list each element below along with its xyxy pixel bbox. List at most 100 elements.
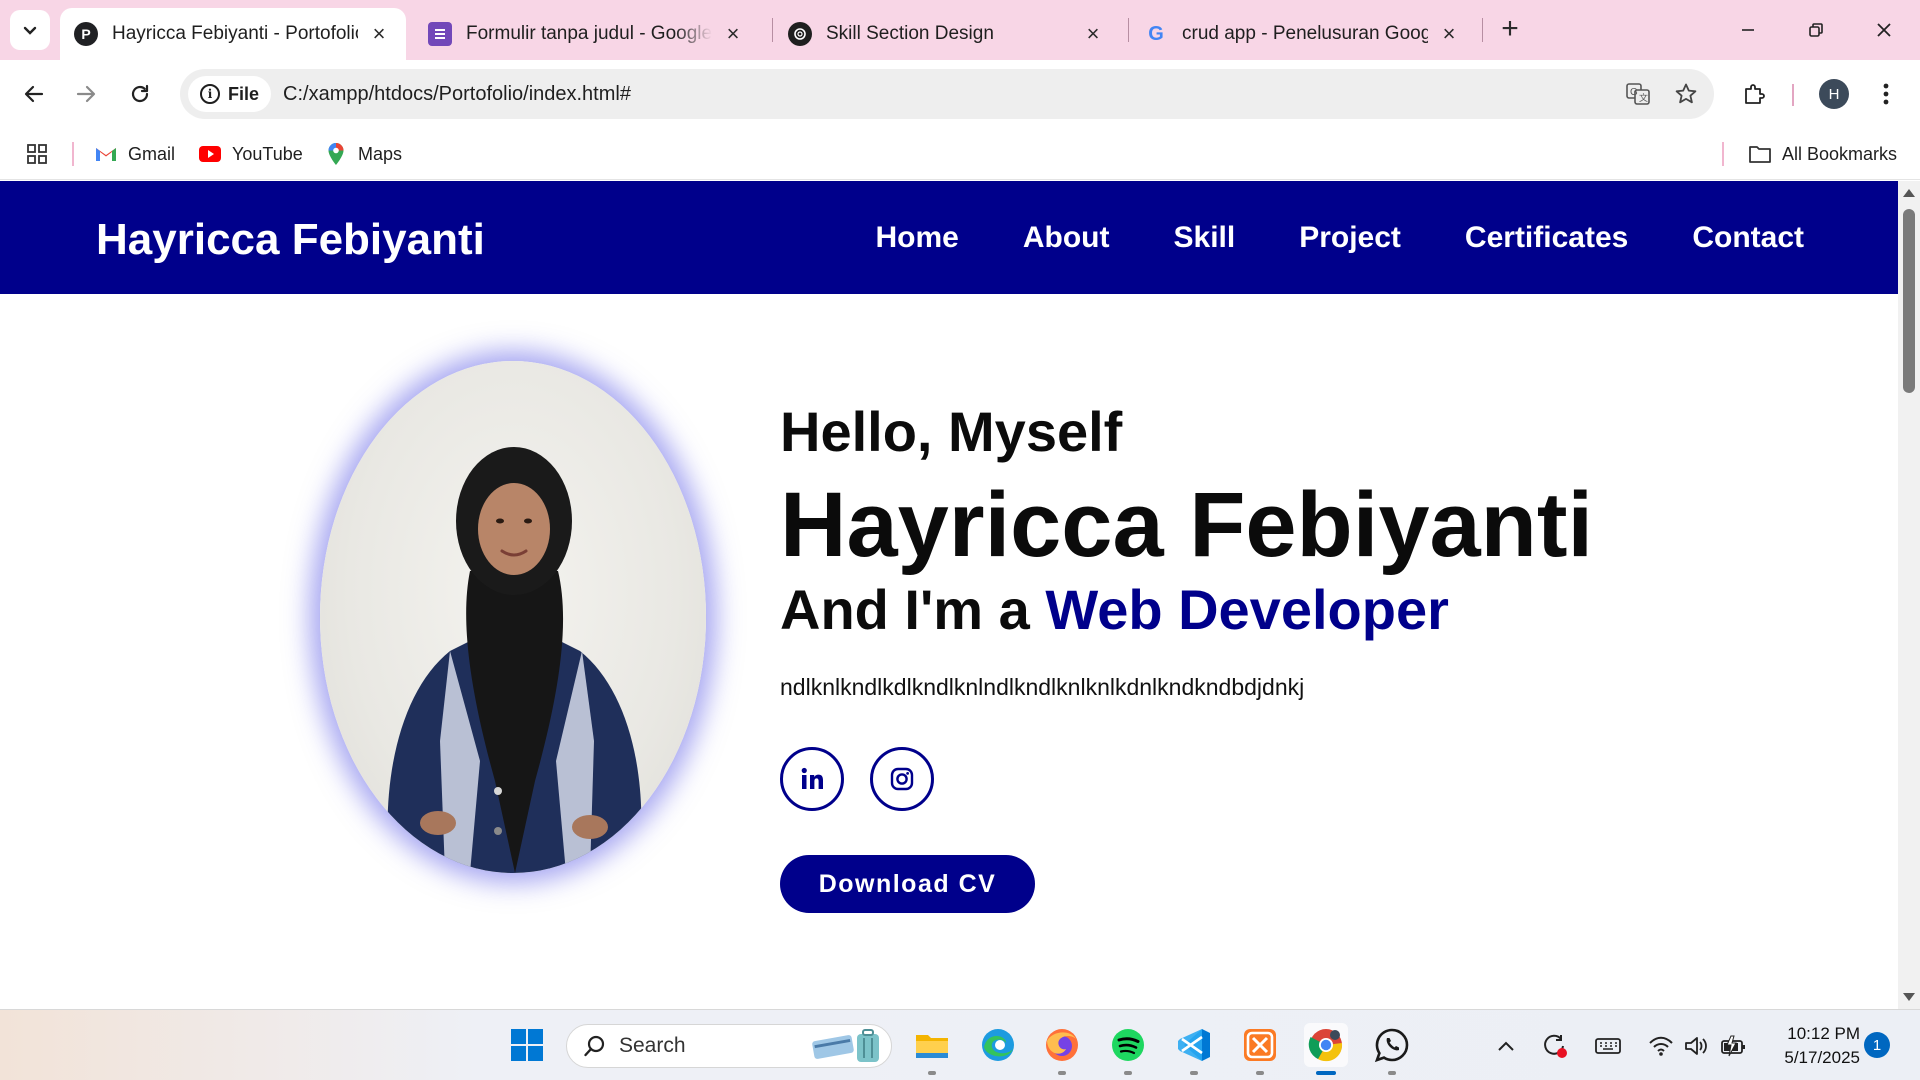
- apps-button[interactable]: [26, 138, 48, 170]
- linkedin-button[interactable]: [780, 747, 844, 811]
- running-indicator: [928, 1071, 936, 1075]
- minimize-button[interactable]: [1724, 10, 1772, 50]
- whatsapp-icon: [1374, 1028, 1409, 1063]
- google-icon: G: [1148, 22, 1164, 45]
- nav-link-certificates[interactable]: Certificates: [1465, 221, 1628, 255]
- scroll-down-icon[interactable]: [1903, 993, 1915, 1001]
- close-tab-icon[interactable]: ×: [1436, 21, 1462, 47]
- close-tab-icon[interactable]: ×: [366, 21, 392, 47]
- taskbar-file-explorer[interactable]: [910, 1023, 954, 1075]
- gmail-icon: [94, 142, 118, 166]
- tab-google-search[interactable]: G crud app - Penelusuran Google ×: [1130, 8, 1476, 60]
- xampp-icon: [1244, 1029, 1276, 1061]
- close-window-button[interactable]: [1860, 10, 1908, 50]
- bookmark-maps[interactable]: Maps: [324, 138, 402, 170]
- tray-sync-button[interactable]: [1540, 1032, 1570, 1060]
- restore-button[interactable]: [1792, 10, 1840, 50]
- start-button[interactable]: [505, 1023, 549, 1067]
- bookmark-label: YouTube: [232, 143, 303, 164]
- menu-button[interactable]: [1866, 74, 1906, 114]
- travel-luggage-icon: [812, 1029, 879, 1062]
- search-icon: [584, 1035, 605, 1057]
- tray-volume-button[interactable]: [1682, 1032, 1710, 1060]
- translate-icon[interactable]: G文: [1618, 74, 1658, 114]
- battery-charging-icon: [1721, 1035, 1745, 1057]
- close-tab-icon[interactable]: ×: [720, 21, 746, 47]
- firefox-icon: [1046, 1029, 1078, 1061]
- clock-time: 10:12 PM: [1787, 1024, 1860, 1043]
- tab-search-button[interactable]: [10, 10, 50, 50]
- scroll-thumb[interactable]: [1903, 209, 1915, 393]
- sync-alert-icon: [1544, 1034, 1567, 1058]
- folder-icon: [1748, 142, 1772, 166]
- profile-button[interactable]: H: [1814, 74, 1854, 114]
- bookmark-gmail[interactable]: Gmail: [94, 138, 175, 170]
- running-indicator: [1256, 1071, 1264, 1075]
- tray-battery-button[interactable]: [1718, 1032, 1748, 1060]
- running-indicator: [1124, 1071, 1132, 1075]
- taskbar-edge[interactable]: [976, 1023, 1020, 1067]
- taskbar-whatsapp[interactable]: [1370, 1023, 1414, 1075]
- tray-wifi-button[interactable]: [1646, 1032, 1676, 1060]
- taskbar-firefox[interactable]: [1040, 1023, 1084, 1075]
- arrow-right-icon: [76, 85, 96, 103]
- scroll-up-icon[interactable]: [1903, 189, 1915, 197]
- page-viewport: Hayricca Febiyanti Home About Skill Proj…: [0, 181, 1898, 1009]
- hero-role: Web Developer: [1045, 578, 1449, 641]
- reload-button[interactable]: [120, 74, 160, 114]
- url-text[interactable]: C:/xampp/htdocs/Portofolio/index.html#: [283, 83, 1618, 106]
- nav-link-about[interactable]: About: [1023, 221, 1110, 255]
- bookmarks-separator: [1722, 142, 1724, 166]
- download-cv-button[interactable]: Download CV: [780, 855, 1035, 913]
- wifi-icon: [1649, 1036, 1673, 1056]
- taskbar-clock[interactable]: 10:12 PM 5/17/2025: [1760, 1022, 1860, 1070]
- new-tab-button[interactable]: +: [1494, 14, 1526, 46]
- bookmark-youtube[interactable]: YouTube: [198, 138, 303, 170]
- instagram-button[interactable]: [870, 747, 934, 811]
- tab-title: Skill Section Design: [826, 23, 994, 44]
- hero-role-prefix: And I'm a: [780, 578, 1046, 641]
- chevron-down-icon: [23, 26, 37, 35]
- taskbar-spotify[interactable]: [1106, 1023, 1150, 1075]
- tab-google-forms[interactable]: Formulir tanpa judul - Google F ×: [414, 8, 760, 60]
- tab-title: crud app - Penelusuran Google: [1182, 23, 1428, 44]
- tab-title: Hayricca Febiyanti - Portofolio: [112, 23, 358, 44]
- tab-strip: P Hayricca Febiyanti - Portofolio × Form…: [0, 0, 1920, 60]
- page-scrollbar[interactable]: [1898, 181, 1920, 1009]
- nav-link-project[interactable]: Project: [1299, 221, 1401, 255]
- profile-photo: [320, 361, 706, 873]
- nav-link-contact[interactable]: Contact: [1692, 221, 1804, 255]
- tab-portfolio[interactable]: P Hayricca Febiyanti - Portofolio ×: [60, 8, 406, 60]
- tab-skill-section[interactable]: Skill Section Design ×: [774, 8, 1120, 60]
- notification-badge[interactable]: 1: [1864, 1032, 1890, 1058]
- bookmark-star-icon[interactable]: [1666, 74, 1706, 114]
- hero-role-line: And I'm a Web Developer: [780, 577, 1449, 642]
- forward-button[interactable]: [66, 74, 106, 114]
- taskbar-vscode[interactable]: [1172, 1023, 1216, 1075]
- taskbar-chrome[interactable]: [1304, 1023, 1348, 1075]
- site-info-chip[interactable]: i File: [188, 76, 272, 112]
- file-explorer-icon: [916, 1035, 948, 1058]
- keyboard-icon: [1595, 1038, 1621, 1054]
- nav-link-skill[interactable]: Skill: [1174, 221, 1236, 255]
- taskbar-xampp[interactable]: [1238, 1023, 1282, 1075]
- nav-link-home[interactable]: Home: [876, 221, 959, 255]
- bookmarks-separator: [72, 142, 74, 166]
- hero-name: Hayricca Febiyanti: [780, 474, 1594, 576]
- active-indicator: [1316, 1071, 1336, 1075]
- taskbar-search[interactable]: Search: [566, 1024, 892, 1068]
- more-vert-icon: [1883, 83, 1889, 105]
- back-button[interactable]: [14, 74, 54, 114]
- tray-keyboard-button[interactable]: [1592, 1032, 1624, 1060]
- site-logo[interactable]: Hayricca Febiyanti: [96, 215, 485, 265]
- edge-icon: [982, 1029, 1014, 1061]
- hero-greeting: Hello, Myself: [780, 400, 1123, 463]
- bookmark-label: Maps: [358, 143, 403, 164]
- linkedin-icon: [801, 767, 823, 789]
- close-tab-icon[interactable]: ×: [1080, 21, 1106, 47]
- address-bar[interactable]: i File C:/xampp/htdocs/Portofolio/index.…: [180, 69, 1714, 119]
- all-bookmarks-button[interactable]: All Bookmarks: [1748, 138, 1897, 170]
- extensions-button[interactable]: [1734, 74, 1774, 114]
- tray-overflow-button[interactable]: [1494, 1032, 1518, 1060]
- site-info-label: File: [228, 83, 260, 104]
